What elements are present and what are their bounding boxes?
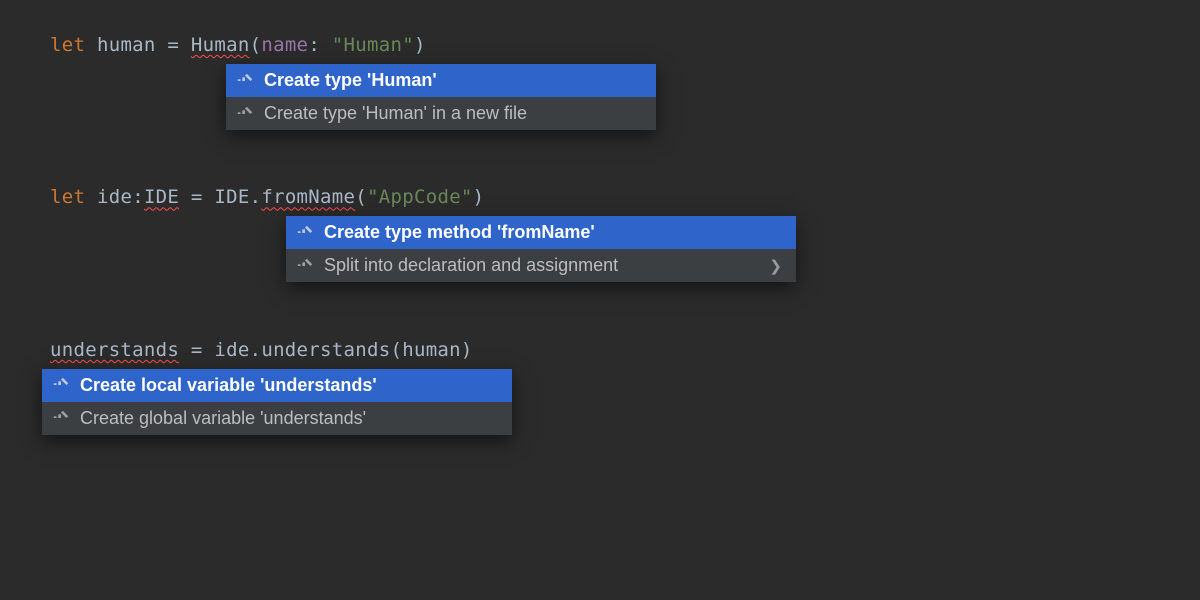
pencil-icon (296, 224, 314, 242)
keyword-let: let (50, 34, 85, 56)
pencil-icon (236, 105, 254, 123)
intention-label: Create local variable 'understands' (80, 375, 498, 396)
pencil-icon (236, 72, 254, 90)
intention-create-local-var[interactable]: Create local variable 'understands' (42, 369, 512, 402)
variable-ide: ide (214, 339, 249, 361)
code-line-1[interactable]: let human = Human(name: "Human") (50, 30, 1150, 60)
variable-ide: ide (97, 186, 132, 208)
code-block-1: let human = Human(name: "Human") Create … (50, 30, 1150, 60)
type-human-error[interactable]: Human (191, 34, 250, 56)
intention-label: Create global variable 'understands' (80, 408, 498, 429)
intention-create-method[interactable]: Create type method 'fromName' (286, 216, 796, 249)
code-block-3: understands = ide.understands(human) Cre… (50, 335, 1150, 365)
pencil-icon (296, 257, 314, 275)
keyword-let: let (50, 186, 85, 208)
variable-understands-error[interactable]: understands (50, 339, 179, 361)
intention-label: Create type 'Human' (264, 70, 642, 91)
type-ide: IDE (214, 186, 249, 208)
intention-create-global-var[interactable]: Create global variable 'understands' (42, 402, 512, 435)
variable-human: human (97, 34, 156, 56)
string-appcode: "AppCode" (367, 186, 473, 208)
intention-create-type-new-file[interactable]: Create type 'Human' in a new file (226, 97, 656, 130)
code-line-3[interactable]: understands = ide.understands(human) (50, 335, 1150, 365)
intention-label: Create type 'Human' in a new file (264, 103, 642, 124)
intention-popup-1: Create type 'Human' Create type 'Human' … (226, 64, 656, 130)
string-human: "Human" (332, 34, 414, 56)
intention-label: Create type method 'fromName' (324, 222, 782, 243)
intention-create-type[interactable]: Create type 'Human' (226, 64, 656, 97)
arg-human: human (402, 339, 461, 361)
intention-popup-2: Create type method 'fromName' Split into… (286, 216, 796, 282)
method-fromname-error[interactable]: fromName (261, 186, 355, 208)
method-understands: understands (261, 339, 390, 361)
intention-popup-3: Create local variable 'understands' Crea… (42, 369, 512, 435)
code-line-2[interactable]: let ide:IDE = IDE.fromName("AppCode") (50, 182, 1150, 212)
chevron-right-icon: ❯ (769, 257, 782, 275)
pencil-icon (52, 376, 70, 394)
type-ide-error[interactable]: IDE (144, 186, 179, 208)
intention-split-declaration[interactable]: Split into declaration and assignment ❯ (286, 249, 796, 282)
code-block-2: let ide:IDE = IDE.fromName("AppCode") Cr… (50, 182, 1150, 212)
param-name: name (261, 34, 308, 56)
intention-label: Split into declaration and assignment (324, 255, 749, 276)
pencil-icon (52, 409, 70, 427)
